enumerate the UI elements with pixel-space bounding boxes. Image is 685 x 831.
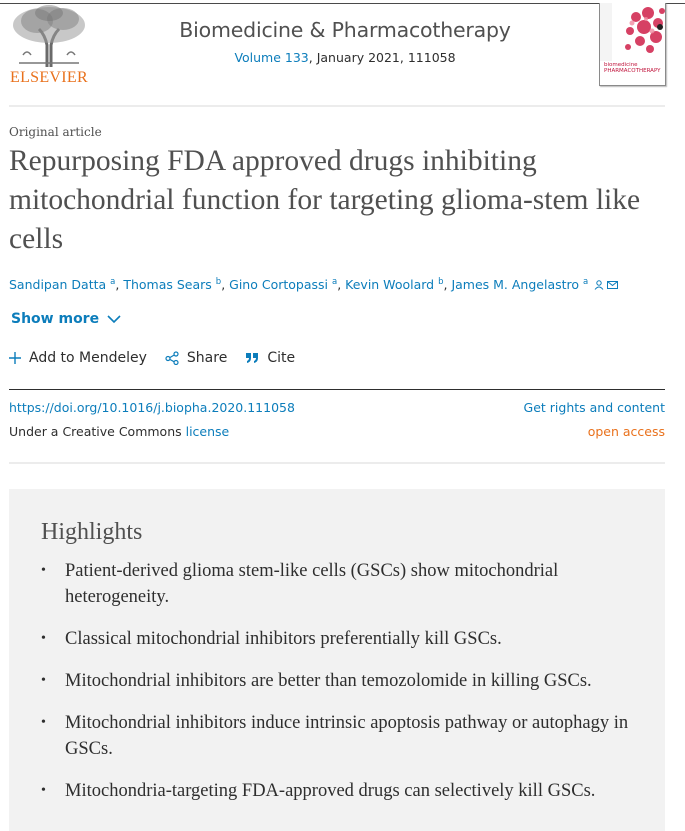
bullet-icon: •: [41, 783, 46, 798]
journal-issue-info: Volume 133, January 2021, 111058: [150, 50, 540, 65]
author-item[interactable]: Sandipan Datta a: [9, 277, 115, 292]
share-button[interactable]: Share: [165, 350, 227, 366]
issue-date: , January 2021, 111058: [308, 50, 456, 65]
cite-button[interactable]: Cite: [245, 350, 295, 366]
show-more-label: Show more: [11, 311, 100, 327]
cover-title: biomedicine PHARMACOTHERAPY: [604, 62, 661, 74]
cover-art-icon: [600, 3, 665, 61]
bullet-icon: •: [41, 563, 46, 578]
links-divider: [9, 462, 665, 464]
highlights-panel: Highlights • Patient-derived glioma stem-…: [9, 489, 665, 831]
plus-icon: [9, 352, 21, 364]
email-icon[interactable]: [607, 280, 619, 290]
person-icon[interactable]: [594, 280, 604, 290]
highlight-item: • Classical mitochondrial inhibitors pref…: [41, 626, 633, 652]
license-link[interactable]: license: [186, 424, 230, 439]
journal-title[interactable]: Biomedicine & Pharmacotherapy: [150, 18, 540, 42]
author-list: Sandipan Datta a, Thomas Sears b, Gino C…: [9, 277, 669, 292]
author-name[interactable]: James M. Angelastro: [451, 277, 579, 292]
header-divider: [9, 105, 665, 107]
bullet-icon: •: [41, 715, 46, 730]
highlight-item: • Mitochondrial inhibitors are better tha…: [41, 668, 633, 694]
get-rights-link[interactable]: Get rights and content: [524, 400, 665, 415]
share-icon: [165, 351, 179, 365]
license-info: Under a Creative Commons license: [9, 424, 229, 439]
author-item[interactable]: Kevin Woolard b: [345, 277, 443, 292]
tree-icon: [13, 5, 85, 67]
highlight-text: Classical mitochondrial inhibitors prefe…: [65, 629, 502, 649]
bullet-icon: •: [41, 631, 46, 646]
journal-header: Biomedicine & Pharmacotherapy Volume 133…: [150, 18, 540, 65]
highlight-text: Mitochondria-targeting FDA-approved drug…: [65, 781, 596, 801]
author-name[interactable]: Gino Cortopassi: [229, 277, 328, 292]
add-to-mendeley-label: Add to Mendeley: [29, 350, 147, 366]
open-access-badge: open access: [587, 424, 665, 439]
highlight-item: • Mitochondria-targeting FDA-approved dru…: [41, 778, 633, 804]
author-item[interactable]: Gino Cortopassi a: [229, 277, 337, 292]
quote-icon: [245, 352, 259, 364]
highlight-item: • Patient-derived glioma stem-like cells …: [41, 558, 633, 610]
journal-cover[interactable]: biomedicine PHARMACOTHERAPY: [599, 3, 666, 86]
license-prefix: Under a Creative Commons: [9, 424, 186, 439]
doi-link[interactable]: https://doi.org/10.1016/j.biopha.2020.11…: [9, 400, 295, 415]
highlights-list: • Patient-derived glioma stem-like cells …: [41, 558, 633, 804]
article-type: Original article: [9, 125, 102, 139]
show-more-button[interactable]: Show more: [11, 311, 121, 327]
author-contact-icons: [594, 280, 619, 290]
affiliation-marker[interactable]: a: [583, 277, 588, 287]
article-actions: Add to Mendeley Share Cite: [9, 350, 313, 366]
top-border: [0, 3, 685, 4]
cite-label: Cite: [267, 350, 296, 366]
add-to-mendeley-button[interactable]: Add to Mendeley: [9, 350, 147, 366]
volume-link[interactable]: Volume 133: [234, 50, 308, 65]
author-item[interactable]: Thomas Sears b: [123, 277, 221, 292]
cover-title-line-2: PHARMACOTHERAPY: [604, 68, 661, 74]
highlight-item: • Mitochondrial inhibitors induce intrins…: [41, 710, 633, 762]
highlight-text: Mitochondrial inhibitors are better than…: [65, 671, 592, 691]
chevron-down-icon: [107, 314, 121, 323]
elsevier-wordmark: ELSEVIER: [10, 69, 88, 86]
author-name[interactable]: Thomas Sears: [123, 277, 211, 292]
author-item[interactable]: James M. Angelastro a: [451, 277, 588, 292]
article-title: Repurposing FDA approved drugs inhibitin…: [9, 145, 641, 255]
highlights-title: Highlights: [41, 519, 143, 545]
highlight-text: Mitochondrial inhibitors induce intrinsi…: [65, 713, 629, 759]
author-name[interactable]: Sandipan Datta: [9, 277, 106, 292]
highlight-text: Patient-derived glioma stem-like cells (…: [65, 561, 559, 607]
share-label: Share: [186, 350, 228, 366]
actions-divider: [9, 389, 665, 390]
author-name[interactable]: Kevin Woolard: [345, 277, 434, 292]
elsevier-logo[interactable]: ELSEVIER: [9, 5, 89, 87]
bullet-icon: •: [41, 673, 46, 688]
